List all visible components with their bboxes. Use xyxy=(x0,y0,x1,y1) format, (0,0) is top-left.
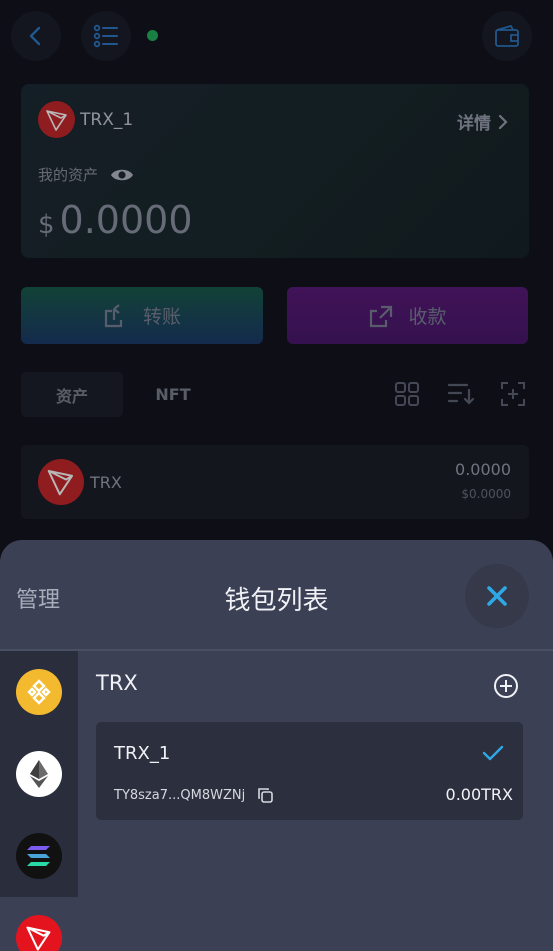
tron-icon xyxy=(16,915,62,951)
wallet-address: TY8sza7...QM8WZNj xyxy=(114,787,246,803)
close-icon xyxy=(487,586,507,606)
chain-item-bnb[interactable] xyxy=(0,651,78,733)
wallet-item-name: TRX_1 xyxy=(114,743,171,764)
copy-icon[interactable] xyxy=(257,787,274,803)
sheet-header: 管理 钱包列表 xyxy=(0,540,553,651)
section-title: TRX xyxy=(96,671,138,695)
wallet-balance: 0.00TRX xyxy=(445,785,513,804)
add-wallet-button[interactable] xyxy=(493,673,519,703)
chain-item-trx[interactable] xyxy=(0,897,78,951)
plus-circle-icon xyxy=(494,674,518,698)
chain-item-eth[interactable] xyxy=(0,733,78,815)
checkmark-icon xyxy=(482,745,504,761)
ethereum-icon xyxy=(16,751,62,797)
bnb-icon xyxy=(16,669,62,715)
chain-selector xyxy=(0,651,78,951)
chain-item-sol[interactable] xyxy=(0,815,78,897)
solana-icon xyxy=(16,833,62,879)
wallet-list-sheet: 管理 钱包列表 TRX TRX_1 TY8sza7...QM8WZNj 0.00… xyxy=(0,540,553,951)
close-button[interactable] xyxy=(465,564,529,628)
wallet-item[interactable]: TRX_1 TY8sza7...QM8WZNj 0.00TRX xyxy=(96,722,523,820)
